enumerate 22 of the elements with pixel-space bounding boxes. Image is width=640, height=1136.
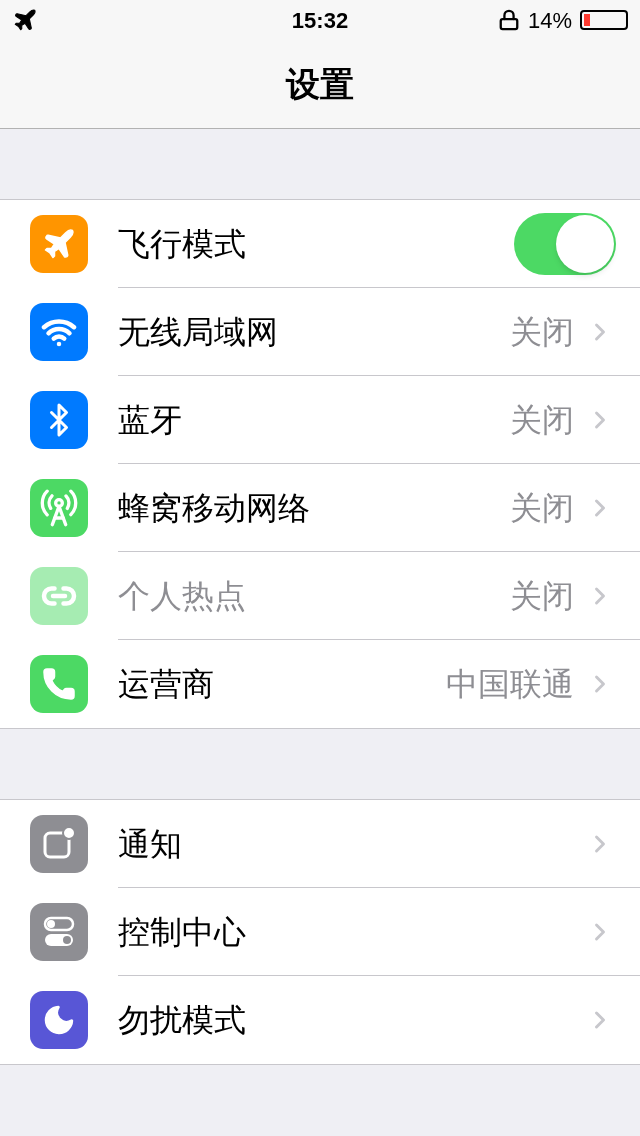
row-label: 勿扰模式 [118,1001,247,1040]
row-value: 关闭 [510,400,574,440]
battery-icon [580,10,628,30]
rotation-lock-icon [497,9,520,31]
row-value: 中国联通 [446,665,574,704]
status-time: 15:32 [291,6,349,35]
row-label: 运营商 [118,665,215,704]
nav-title: 设置 [286,63,354,105]
row-label: 蜂窝移动网络 [118,488,311,528]
row-label: 飞行模式 [118,224,247,264]
row-value: 关闭 [510,488,574,528]
antenna-icon [39,488,79,528]
phone-icon [41,666,77,702]
row-label: 通知 [118,824,183,864]
row-label: 蓝牙 [118,400,183,440]
row-label: 个人热点 [118,576,247,616]
airplane-icon [12,7,38,33]
row-value: 关闭 [510,312,574,352]
row-value: 关闭 [510,576,574,616]
row-label: 无线局域网 [118,312,279,352]
row-label: 控制中心 [118,912,247,952]
battery-percent: 14% [527,6,572,35]
